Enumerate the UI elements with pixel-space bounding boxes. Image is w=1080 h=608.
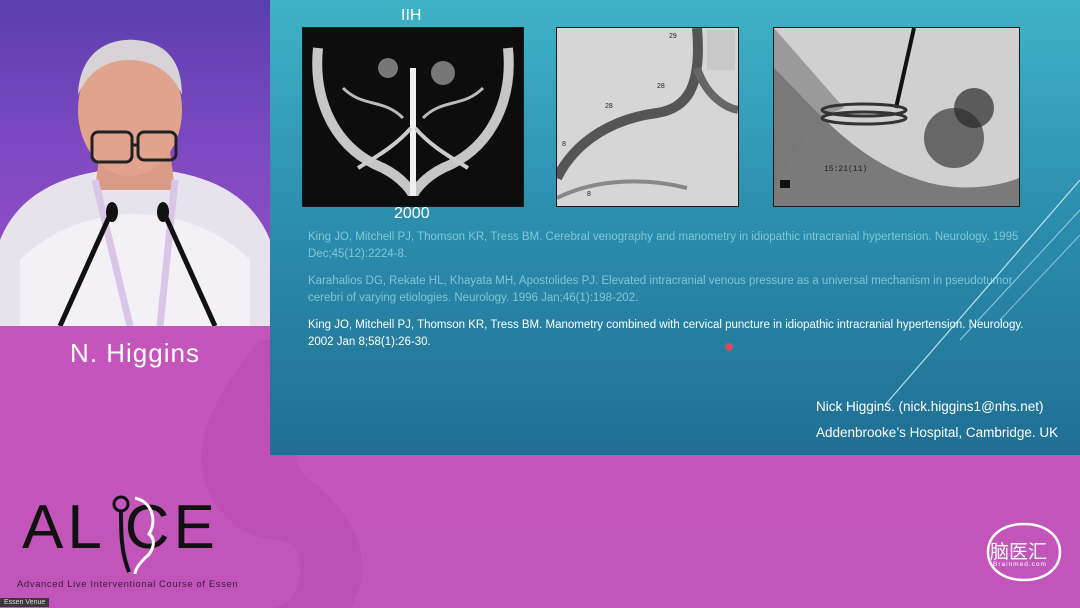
alice-logo-subtitle: Advanced Live Interventional Course of E… xyxy=(17,579,239,590)
decorative-diagonal-lines xyxy=(884,180,1080,406)
mr-venogram-image xyxy=(302,27,524,207)
angio-number-2: 28 xyxy=(657,83,665,90)
fluoro-timestamp: 15:21(11) xyxy=(824,165,867,174)
presentation-slide: IIH 2000 29 28 28 8 8 15:21(11) King JO,… xyxy=(270,0,1080,455)
image-label-top: IIH xyxy=(401,7,422,24)
angio-number-5: 8 xyxy=(587,191,591,198)
speaker-name: N. Higgins xyxy=(70,338,200,368)
angio-number-3: 28 xyxy=(605,103,613,110)
image-label-year: 2000 xyxy=(394,205,430,222)
alice-logo-figure xyxy=(112,495,155,574)
laser-pointer-dot xyxy=(726,344,732,350)
angiogram-image: 29 28 28 8 8 xyxy=(556,27,739,207)
watermark-text: 脑医汇 xyxy=(990,542,1048,563)
angio-number-1: 29 xyxy=(669,33,677,40)
contact-hospital: Addenbrooke’s Hospital, Cambridge. UK xyxy=(816,425,1059,440)
speaker-video xyxy=(0,0,270,326)
watermark-subtext: Brainmed.com xyxy=(993,561,1047,568)
speaker-figure xyxy=(0,39,270,326)
contact-name: Nick Higgins. (nick.higgins1@nhs.net) xyxy=(816,399,1044,414)
venue-tag: Essen Venue xyxy=(0,598,50,607)
angio-number-4: 8 xyxy=(562,141,566,148)
